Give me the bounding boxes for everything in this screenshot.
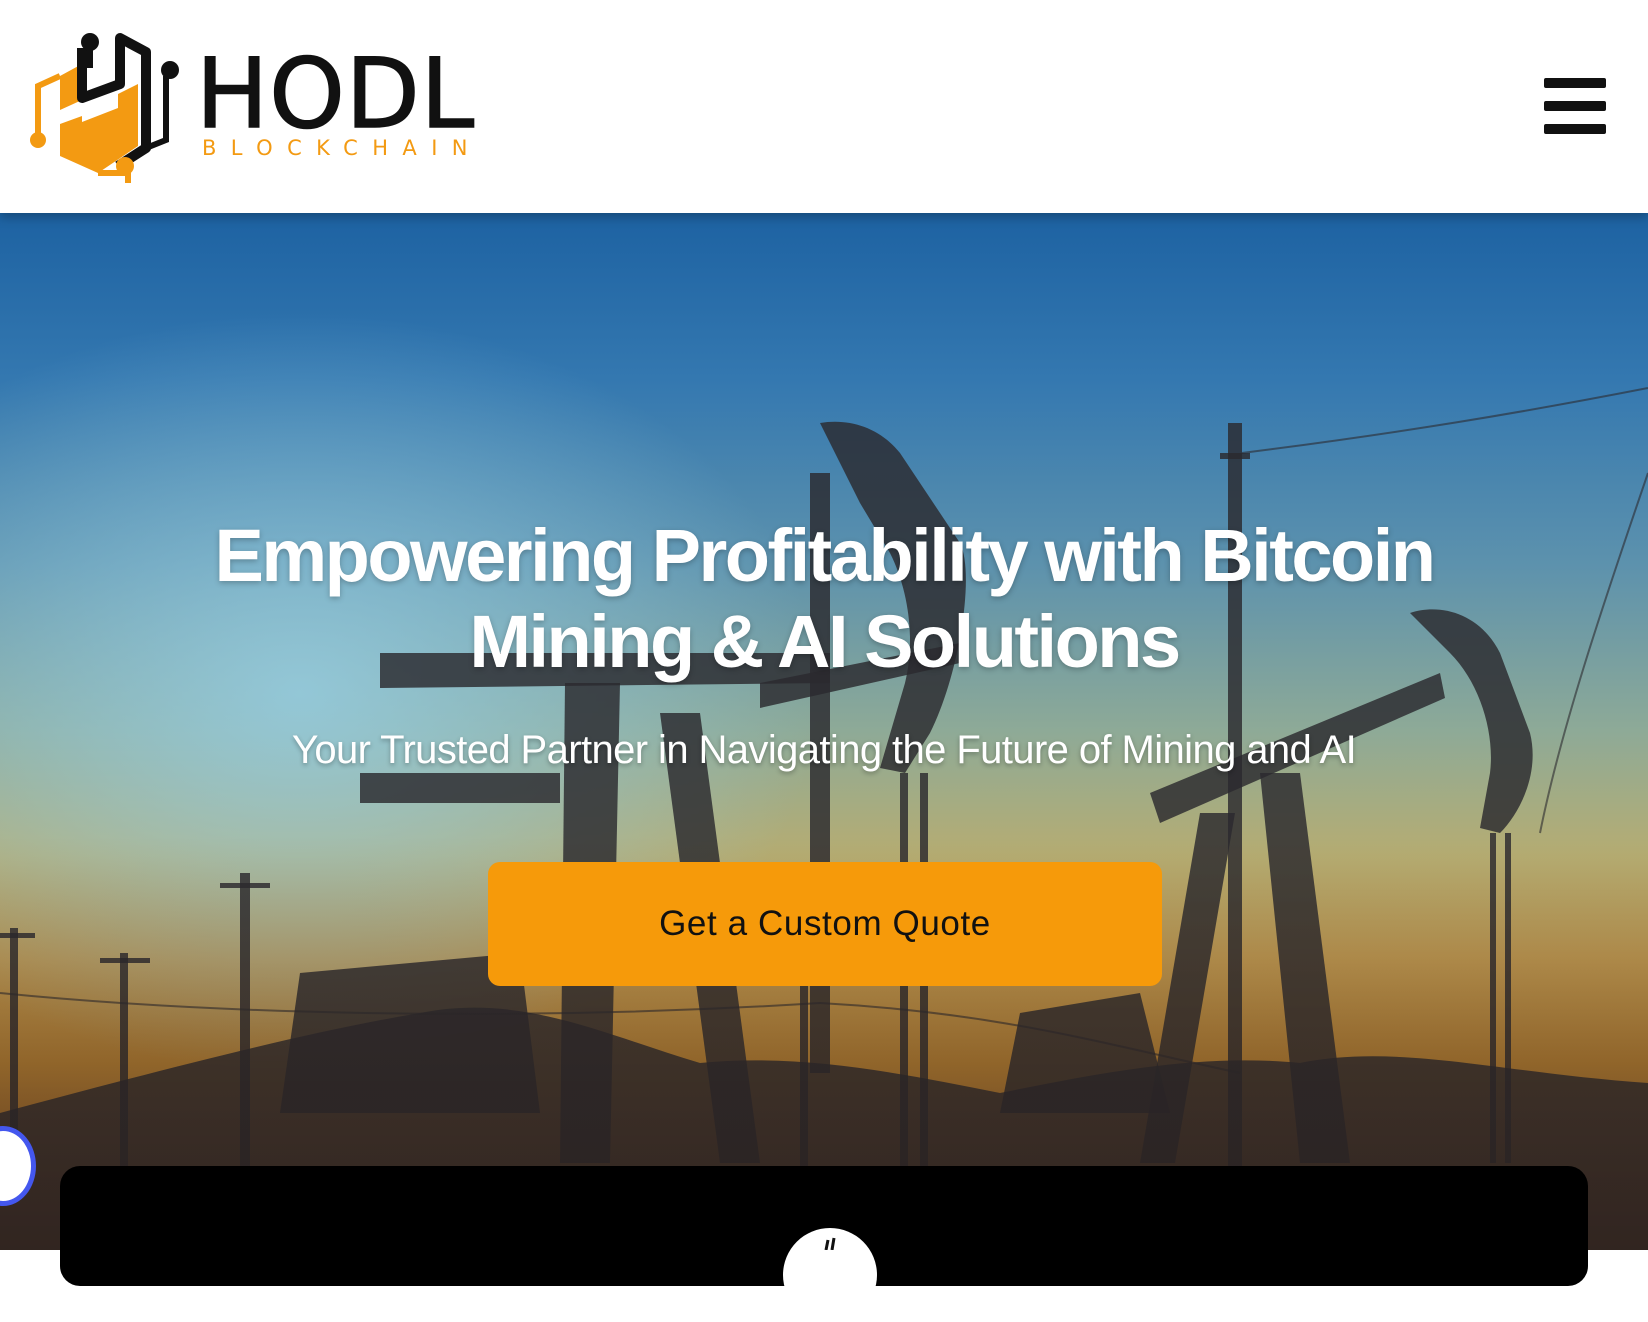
get-custom-quote-button[interactable]: Get a Custom Quote bbox=[488, 862, 1162, 986]
hodl-blockchain-logo[interactable]: HODL BLOCKCHAIN bbox=[28, 28, 478, 188]
card-badge-icon bbox=[783, 1228, 877, 1322]
logo-wordmark: HODL bbox=[195, 38, 476, 150]
hero-title-line-2: Mining & AI Solutions bbox=[469, 600, 1181, 683]
logo-subtitle: BLOCKCHAIN bbox=[202, 136, 482, 160]
hero-subtitle: Your Trusted Partner in Navigating the F… bbox=[291, 728, 1357, 772]
hero-title: Empowering Profitability with Bitcoin Mi… bbox=[124, 513, 1524, 685]
site-header: HODL BLOCKCHAIN bbox=[0, 0, 1648, 213]
hamburger-menu-icon[interactable] bbox=[1544, 78, 1606, 134]
stats-card bbox=[60, 1166, 1588, 1322]
hero-title-line-1: Empowering Profitability with Bitcoin bbox=[214, 514, 1436, 597]
logo-mark-icon bbox=[30, 33, 179, 183]
hero-section: Empowering Profitability with Bitcoin Mi… bbox=[0, 213, 1648, 1250]
